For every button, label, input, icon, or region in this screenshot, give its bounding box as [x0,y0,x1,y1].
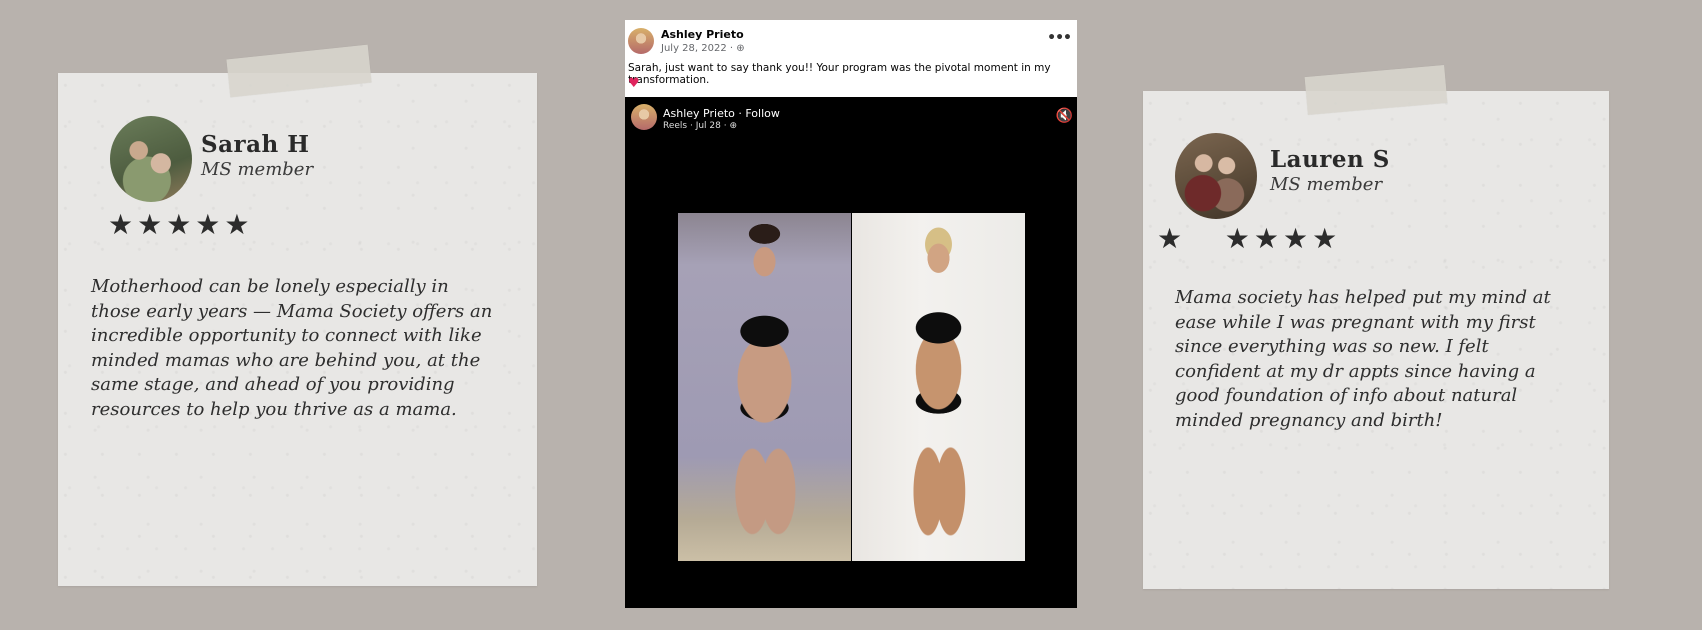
heart-icon: ♥ [628,76,640,91]
testimonial-quote: Motherhood can be lonely especially in t… [91,276,493,420]
reel-author-avatar[interactable] [631,104,657,130]
reel-author-follow[interactable]: Ashley Prieto · Follow [663,107,780,120]
star-rating: ★★★★★ [108,208,254,241]
reel-meta: Reels · Jul 28 · ⊕ [663,121,737,131]
more-options-icon[interactable]: ••• [1047,30,1072,46]
mute-icon[interactable]: 🔇 [1056,108,1073,124]
testimonial-quote: Mama society has helped put my mind at e… [1175,287,1551,431]
post-header: Ashley Prieto July 28, 2022 · ⊕ ••• Sara… [625,20,1077,97]
avatar [1175,133,1257,219]
post-author-name[interactable]: Ashley Prieto [661,28,744,41]
reviewer-name: Sarah H [201,131,310,158]
after-photo [852,213,1025,561]
reviewer-name: Lauren S [1270,146,1390,173]
star-rating: ★ ★★★★ [1157,222,1342,255]
post-text: Sarah, just want to say thank you!! Your… [628,62,1051,86]
post-timestamp[interactable]: July 28, 2022 · ⊕ [661,43,745,54]
avatar [110,116,192,202]
before-photo [678,213,851,561]
author-avatar[interactable] [628,28,654,54]
reviewer-role: MS member [201,159,314,180]
reviewer-role: MS member [1270,174,1383,195]
